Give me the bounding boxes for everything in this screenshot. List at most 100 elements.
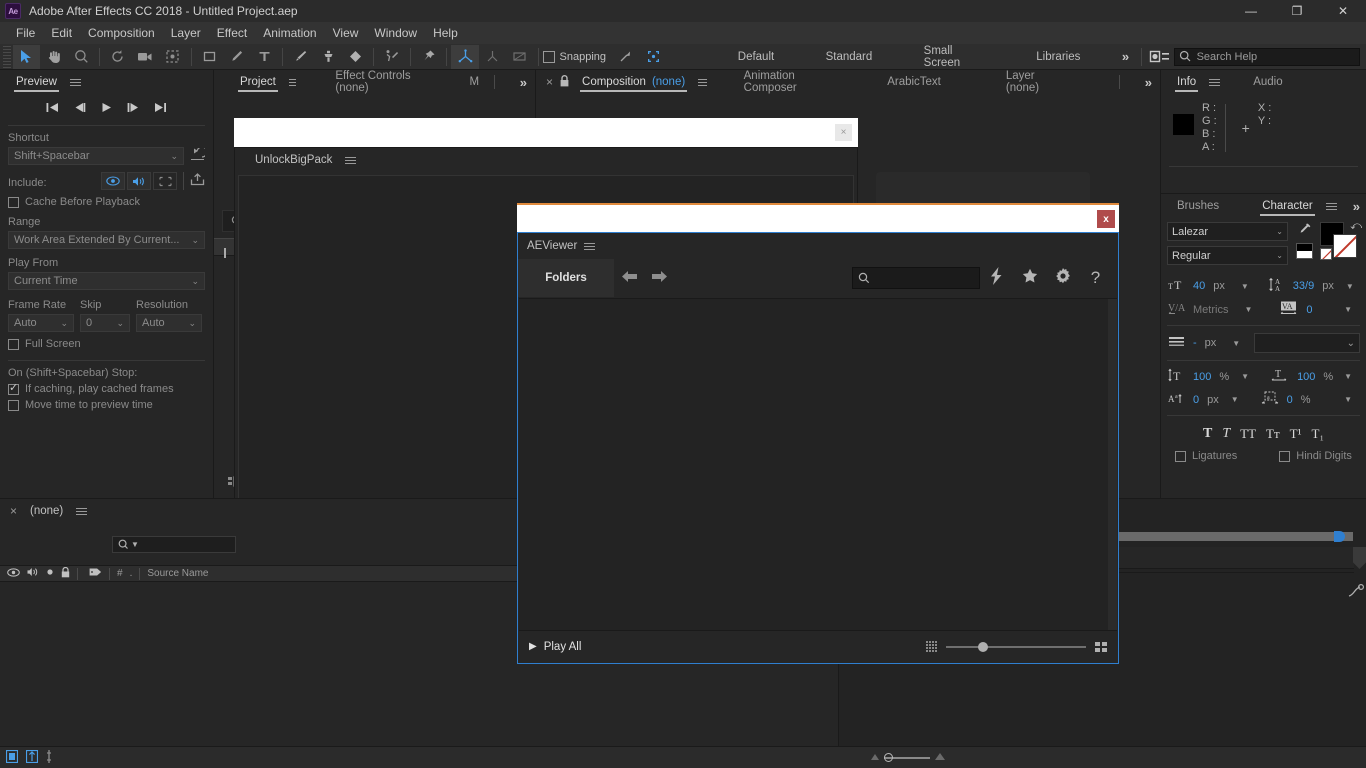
- time-indicator-handle[interactable]: [1334, 531, 1345, 542]
- tab-composition[interactable]: Composition (none): [576, 70, 691, 94]
- horizontal-scale-value[interactable]: 100: [1297, 371, 1315, 383]
- timeline-menu-icon[interactable]: [76, 506, 88, 517]
- leading-dropdown-icon[interactable]: ▼: [1346, 282, 1354, 291]
- eye-icon[interactable]: [7, 567, 20, 580]
- layer-number-header[interactable]: #: [117, 568, 123, 579]
- tab-animation-composer[interactable]: Animation Composer: [738, 70, 833, 94]
- render-queue-icon[interactable]: [5, 749, 19, 766]
- aeviewer-menu-icon[interactable]: [584, 241, 596, 252]
- workspace-overflow-button[interactable]: »: [1114, 49, 1137, 64]
- bold-button[interactable]: T: [1203, 426, 1212, 442]
- preview-menu-icon[interactable]: [69, 77, 81, 88]
- leading-value[interactable]: 33/9: [1293, 280, 1314, 292]
- kerning-value[interactable]: Metrics: [1193, 304, 1228, 316]
- font-family-select[interactable]: Lalezar ⌄: [1167, 222, 1288, 241]
- stroke-width-dropdown-icon[interactable]: ▼: [1232, 339, 1240, 348]
- tab-preview[interactable]: Preview: [10, 70, 63, 94]
- live-update-icon[interactable]: [25, 749, 39, 766]
- project-menu-icon[interactable]: [288, 77, 297, 88]
- clone-stamp-tool[interactable]: [314, 45, 341, 69]
- eyedropper-icon[interactable]: [1297, 222, 1312, 240]
- thumbnail-size-slider[interactable]: [946, 641, 1086, 652]
- tracking-dropdown-icon[interactable]: ▼: [1344, 305, 1352, 314]
- reset-shortcut-icon[interactable]: [190, 146, 208, 164]
- source-name-header[interactable]: Source Name: [147, 568, 208, 579]
- hindi-digits-option[interactable]: Hindi Digits: [1279, 450, 1352, 462]
- snap-anchor-icon[interactable]: [612, 45, 639, 69]
- no-fill-swatch[interactable]: [1320, 248, 1332, 260]
- timeline-graph-editor-icon[interactable]: [1348, 583, 1366, 599]
- lock-icon[interactable]: [560, 74, 569, 90]
- tab-effect-controls[interactable]: Effect Controls (none): [329, 70, 418, 94]
- tab-unlockbigpack[interactable]: UnlockBigPack: [249, 148, 338, 172]
- lightning-icon[interactable]: [980, 267, 1013, 289]
- aeviewer-scrollbar[interactable]: [1108, 299, 1117, 630]
- next-frame-button[interactable]: [127, 102, 140, 116]
- zoom-out-icon[interactable]: [870, 752, 880, 764]
- tab-info[interactable]: Info: [1171, 70, 1202, 94]
- font-size-value[interactable]: 40: [1193, 280, 1205, 292]
- vertical-scale-dropdown-icon[interactable]: ▼: [1241, 372, 1249, 381]
- move-time-row[interactable]: Move time to preview time: [0, 399, 213, 411]
- font-size-dropdown-icon[interactable]: ▼: [1241, 282, 1249, 291]
- cache-before-playback-checkbox[interactable]: [8, 196, 19, 208]
- unlockbigpack-menu-icon[interactable]: [345, 155, 357, 166]
- workspace-settings-icon[interactable]: [1146, 45, 1173, 69]
- aeviewer-content-area[interactable]: [519, 298, 1117, 631]
- kerning-dropdown-icon[interactable]: ▼: [1244, 305, 1252, 314]
- forward-arrow-icon[interactable]: [644, 270, 674, 286]
- lock-column-icon[interactable]: [61, 566, 70, 581]
- if-caching-checkbox[interactable]: [8, 381, 19, 395]
- include-video-icon[interactable]: [101, 172, 125, 190]
- play-button[interactable]: [100, 102, 113, 116]
- solo-icon[interactable]: [46, 568, 54, 579]
- previous-frame-button[interactable]: [73, 102, 86, 116]
- tsume-value[interactable]: 0: [1287, 394, 1293, 406]
- menu-view[interactable]: View: [325, 22, 367, 44]
- menu-composition[interactable]: Composition: [80, 22, 163, 44]
- include-audio-icon[interactable]: [127, 172, 151, 190]
- resolution-select[interactable]: Auto ⌄: [136, 314, 202, 332]
- ligatures-option[interactable]: Ligatures: [1175, 450, 1237, 462]
- slider-knob[interactable]: [978, 641, 988, 652]
- export-frame-icon[interactable]: [190, 173, 205, 189]
- workspace-default[interactable]: Default: [728, 51, 784, 63]
- toolbar-grip[interactable]: [3, 45, 11, 68]
- puppet-pin-tool[interactable]: [415, 45, 442, 69]
- tracking-value[interactable]: 0: [1306, 304, 1312, 316]
- italic-button[interactable]: T: [1222, 426, 1230, 442]
- unlockbigpack-close-button[interactable]: ×: [835, 124, 852, 141]
- font-style-select[interactable]: Regular ⌄: [1167, 246, 1288, 265]
- character-menu-icon[interactable]: [1325, 201, 1337, 212]
- zoom-tool[interactable]: [68, 45, 95, 69]
- hand-tool[interactable]: [40, 45, 67, 69]
- 3d-axis-icon[interactable]: [451, 44, 479, 69]
- menu-help[interactable]: Help: [425, 22, 466, 44]
- menu-animation[interactable]: Animation: [255, 22, 324, 44]
- project-tabs-overflow[interactable]: »: [512, 75, 535, 90]
- stroke-color-swatch[interactable]: [1333, 234, 1357, 258]
- pan-behind-tool[interactable]: [159, 45, 186, 69]
- mesh-warp-icon[interactable]: [506, 45, 533, 69]
- close-button[interactable]: ✕: [1320, 0, 1366, 22]
- timeline-grip-icon[interactable]: [46, 749, 52, 766]
- zoom-in-icon[interactable]: [934, 752, 946, 764]
- tab-project[interactable]: Project: [234, 70, 282, 94]
- tsume-dropdown-icon[interactable]: ▼: [1344, 395, 1352, 404]
- fill-stroke-preview[interactable]: [1295, 243, 1313, 259]
- snapping-checkbox[interactable]: [542, 50, 555, 63]
- menu-effect[interactable]: Effect: [209, 22, 255, 44]
- composition-tab-close-icon[interactable]: ×: [546, 75, 553, 89]
- rotation-tool[interactable]: [104, 45, 131, 69]
- subscript-button[interactable]: T₁: [1312, 426, 1324, 442]
- stroke-style-select[interactable]: ⌄: [1254, 333, 1360, 353]
- back-arrow-icon[interactable]: [614, 270, 644, 286]
- include-overlays-icon[interactable]: [153, 172, 177, 190]
- cache-before-playback-row[interactable]: Cache Before Playback: [0, 196, 213, 208]
- menu-edit[interactable]: Edit: [43, 22, 80, 44]
- stroke-width-value[interactable]: -: [1193, 337, 1197, 349]
- workspace-libraries[interactable]: Libraries: [1026, 51, 1090, 63]
- first-frame-button[interactable]: [46, 102, 59, 116]
- timeline-tab-close-icon[interactable]: ×: [10, 504, 17, 518]
- aeviewer-search-input[interactable]: [852, 267, 980, 289]
